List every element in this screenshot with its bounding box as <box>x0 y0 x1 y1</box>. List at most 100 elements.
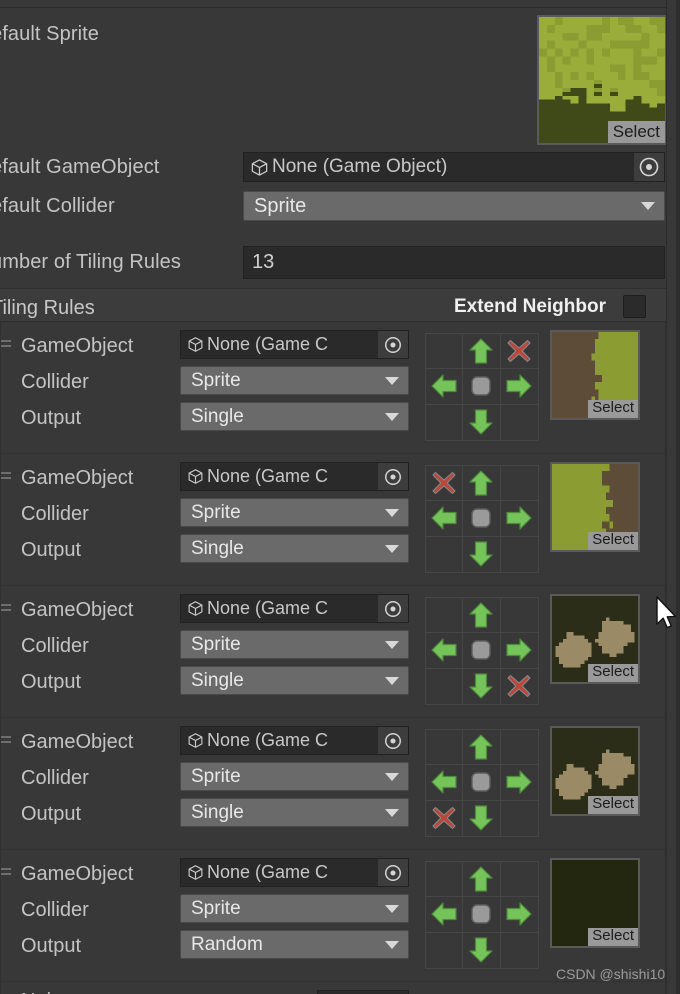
arrow-down-icon[interactable] <box>463 932 501 968</box>
x-mark-icon[interactable] <box>500 334 538 370</box>
rule-output-dropdown[interactable]: Single <box>180 666 409 695</box>
x-mark-icon[interactable] <box>501 669 538 704</box>
rule-collider-dropdown[interactable]: Sprite <box>180 366 409 395</box>
rule-collider-dropdown[interactable]: Sprite <box>180 498 409 527</box>
rule-sprite-preview[interactable]: Select <box>550 462 640 552</box>
rule-collider-dropdown[interactable]: Sprite <box>180 630 409 659</box>
arrow-left-icon[interactable] <box>426 633 464 669</box>
rule-sprite-select-button[interactable]: Select <box>588 531 638 550</box>
rule-output-value: Single <box>191 669 244 691</box>
arrow-right-icon[interactable] <box>500 501 538 537</box>
neighbor-empty[interactable] <box>500 466 538 502</box>
arrow-down-icon[interactable] <box>463 668 501 704</box>
arrow-right-icon[interactable] <box>500 897 538 933</box>
rule-drag-handle[interactable] <box>1 868 11 877</box>
rule-sprite-select-button[interactable]: Select <box>588 399 638 418</box>
neighbor-empty[interactable] <box>426 862 464 898</box>
number-of-tiling-rules-input[interactable]: 13 <box>243 246 665 279</box>
chevron-down-icon <box>385 676 399 685</box>
cube-icon <box>187 732 204 749</box>
center-tile-icon[interactable] <box>463 765 501 801</box>
rule-neighbor-matrix <box>425 597 539 705</box>
neighbor-empty[interactable] <box>426 536 464 572</box>
object-picker-icon[interactable] <box>378 859 408 886</box>
neighbor-empty[interactable] <box>426 668 464 704</box>
neighbor-empty[interactable] <box>501 537 538 572</box>
arrow-right-icon[interactable] <box>500 765 538 801</box>
chevron-down-icon <box>385 508 399 517</box>
mouse-cursor <box>655 596 679 637</box>
rule-collider-dropdown[interactable]: Sprite <box>180 894 409 923</box>
rule-output-dropdown[interactable]: Single <box>180 798 409 827</box>
rule-output-dropdown[interactable]: Single <box>180 534 409 563</box>
rule-drag-handle[interactable] <box>1 340 11 349</box>
center-tile-icon[interactable] <box>463 633 501 669</box>
center-tile-icon[interactable] <box>463 897 501 933</box>
neighbor-empty[interactable] <box>426 598 464 634</box>
top-divider <box>0 7 666 8</box>
neighbor-empty[interactable] <box>500 862 538 898</box>
rule-sprite-preview[interactable]: Select <box>550 858 640 948</box>
object-picker-icon[interactable] <box>378 595 408 622</box>
neighbor-empty[interactable] <box>501 933 538 968</box>
arrow-left-icon[interactable] <box>426 765 464 801</box>
rule-gameobject-field[interactable]: None (Game C <box>180 462 409 491</box>
rule-gameobject-field[interactable]: None (Game C <box>180 330 409 359</box>
arrow-up-icon[interactable] <box>463 466 501 502</box>
arrow-up-icon[interactable] <box>463 730 501 766</box>
arrow-up-icon[interactable] <box>463 862 501 898</box>
rule-sprite-preview[interactable]: Select <box>550 330 640 420</box>
rule-sprite-preview[interactable]: Select <box>550 726 640 816</box>
rule-sprite-select-button[interactable]: Select <box>588 927 638 946</box>
rule-gameobject-field[interactable]: None (Game C <box>180 594 409 623</box>
default-gameobject-field[interactable]: None (Game Object) <box>243 152 665 182</box>
arrow-left-icon[interactable] <box>426 501 464 537</box>
x-mark-icon[interactable] <box>426 800 464 836</box>
neighbor-empty[interactable] <box>426 932 464 968</box>
rule-gameobject-field[interactable]: None (Game C <box>180 858 409 887</box>
arrow-down-icon[interactable] <box>463 800 501 836</box>
arrow-up-icon[interactable] <box>463 334 501 370</box>
cube-icon <box>250 158 269 177</box>
rule-output-label: Output <box>21 935 82 957</box>
neighbor-empty[interactable] <box>426 404 464 440</box>
arrow-right-icon[interactable] <box>500 369 538 405</box>
arrow-left-icon[interactable] <box>426 897 464 933</box>
rule-gameobject-field[interactable]: None (Game C <box>180 726 409 755</box>
rule-sprite-preview[interactable]: Select <box>550 594 640 684</box>
noise-value-input[interactable]: 0.5 <box>317 990 409 994</box>
arrow-down-icon[interactable] <box>463 404 501 440</box>
rule-output-dropdown[interactable]: Single <box>180 402 409 431</box>
neighbor-empty[interactable] <box>501 801 538 836</box>
object-picker-icon[interactable] <box>378 727 408 754</box>
rule-sprite-select-button[interactable]: Select <box>588 663 638 682</box>
panel-edge-scrollbar[interactable] <box>676 0 680 994</box>
x-mark-icon[interactable] <box>426 466 464 502</box>
neighbor-empty[interactable] <box>500 598 538 634</box>
default-sprite-select-button[interactable]: Select <box>607 120 665 143</box>
object-picker-icon[interactable] <box>378 331 408 358</box>
default-collider-dropdown[interactable]: Sprite <box>243 191 665 221</box>
arrow-left-icon[interactable] <box>426 369 464 405</box>
extend-neighbor-checkbox[interactable] <box>623 295 646 318</box>
center-tile-icon[interactable] <box>463 369 501 405</box>
rule-sprite-select-button[interactable]: Select <box>588 795 638 814</box>
neighbor-empty[interactable] <box>501 405 538 440</box>
rule-drag-handle[interactable] <box>1 736 11 745</box>
rule-drag-handle[interactable] <box>1 604 11 613</box>
neighbor-empty[interactable] <box>500 730 538 766</box>
arrow-right-icon[interactable] <box>500 633 538 669</box>
object-picker-icon[interactable] <box>634 153 664 181</box>
rule-drag-handle[interactable] <box>1 472 11 481</box>
object-picker-icon[interactable] <box>378 463 408 490</box>
neighbor-empty[interactable] <box>426 730 464 766</box>
rule-collider-dropdown[interactable]: Sprite <box>180 762 409 791</box>
arrow-up-icon[interactable] <box>463 598 501 634</box>
default-sprite-preview[interactable]: Select <box>537 15 667 145</box>
arrow-down-icon[interactable] <box>463 536 501 572</box>
center-tile-icon[interactable] <box>463 501 501 537</box>
neighbor-empty[interactable] <box>426 334 464 370</box>
rule-gameobject-value: None (Game C <box>207 862 329 882</box>
default-sprite-label: efault Sprite <box>0 23 100 45</box>
rule-output-dropdown[interactable]: Random <box>180 930 409 959</box>
